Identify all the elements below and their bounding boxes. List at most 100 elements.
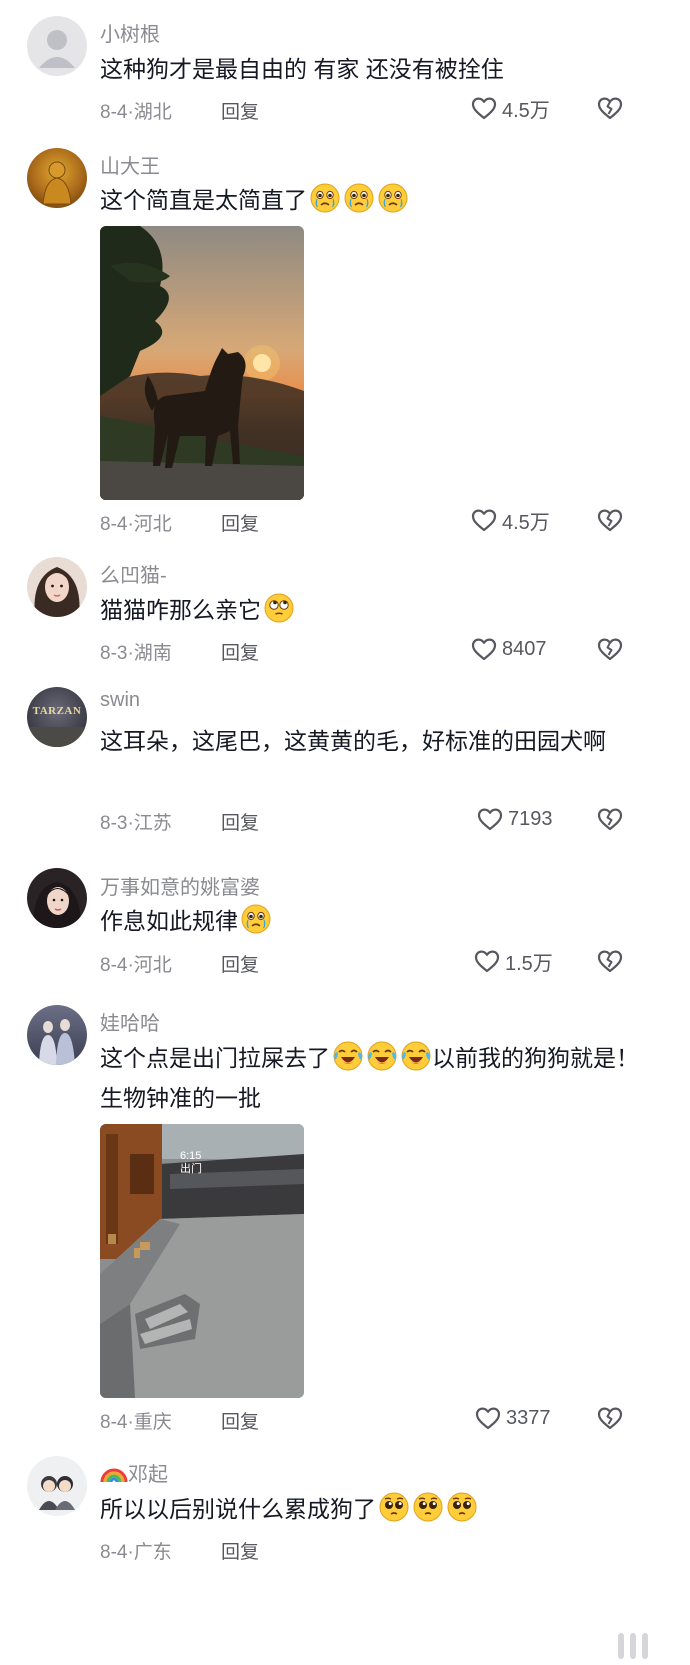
scroll-indicator[interactable]	[618, 1633, 648, 1659]
comment-date: 8-4	[100, 955, 128, 976]
comment-meta: 8-4·广东	[100, 1537, 172, 1564]
username[interactable]: 么凹猫-	[100, 559, 167, 588]
comment-location: 江苏	[133, 813, 172, 834]
reply-button[interactable]: 回复	[221, 808, 259, 835]
comment-meta: 8-4·重庆	[100, 1407, 172, 1434]
crying-face-emoji-icon	[309, 182, 341, 214]
comment-date: 8-3	[100, 813, 128, 834]
user-avatar[interactable]	[27, 148, 87, 208]
like-count: 3377	[506, 1406, 551, 1429]
comment-text: 这种狗才是最自由的 有家 还没有被拴住	[100, 56, 504, 82]
dog-sunset-photo[interactable]	[100, 226, 304, 500]
photo-caption: 6:15 出门	[180, 1150, 202, 1175]
reply-button[interactable]: 回复	[221, 97, 259, 124]
comment-meta: 8-4·河北	[100, 509, 172, 536]
scroll-bar	[630, 1633, 636, 1659]
username[interactable]: 小树根	[100, 18, 160, 47]
comment-date: 8-4	[100, 1542, 128, 1563]
heart-icon	[470, 635, 498, 663]
comment-text-body: 猫猫咋那么亲它	[100, 597, 261, 623]
like-button[interactable]: 4.5万	[470, 94, 550, 122]
comment-item: 邓起 所以以后别说什么累成狗了 8-4·广东 回复	[0, 1452, 690, 1665]
reply-button[interactable]: 回复	[221, 1407, 259, 1434]
avatar-logo-text: TARZAN	[32, 705, 82, 717]
heart-icon	[470, 94, 498, 122]
default-user-avatar-icon[interactable]	[27, 16, 87, 76]
reply-button[interactable]: 回复	[221, 509, 259, 536]
comment-meta: 8-3·湖南	[100, 638, 172, 665]
laughing-tears-emoji-icon	[332, 1040, 364, 1072]
security-camera-photo[interactable]: 6:15 出门	[100, 1124, 304, 1398]
scroll-bar	[618, 1633, 624, 1659]
broken-heart-icon	[596, 94, 624, 122]
laughing-tears-emoji-icon	[366, 1040, 398, 1072]
like-button[interactable]: 1.5万	[473, 947, 553, 975]
like-button[interactable]: 4.5万	[470, 506, 550, 534]
comment-item: 小树根 这种狗才是最自由的 有家 还没有被拴住 8-4·湖北 回复 4.5万	[0, 0, 690, 140]
dislike-button[interactable]	[596, 635, 624, 663]
pleading-face-emoji-icon	[412, 1491, 444, 1523]
heart-icon	[473, 947, 501, 975]
rainbow-icon	[100, 1468, 128, 1483]
comment-date: 8-4	[100, 514, 128, 535]
like-button[interactable]: 3377	[474, 1404, 551, 1432]
crying-face-emoji-icon	[240, 903, 272, 935]
heart-icon	[470, 506, 498, 534]
broken-heart-icon	[596, 947, 624, 975]
user-avatar[interactable]	[27, 868, 87, 928]
comment-text: 猫猫咋那么亲它	[100, 590, 640, 630]
comment-meta: 8-3·江苏	[100, 808, 172, 835]
reply-button[interactable]: 回复	[221, 950, 259, 977]
comment-text-body: 这个简直是太简直了	[100, 187, 307, 213]
crying-face-emoji-icon	[343, 182, 375, 214]
comment-location: 河北	[133, 514, 172, 535]
username-text: 邓起	[128, 1464, 168, 1486]
pleading-face-emoji-icon	[446, 1491, 478, 1523]
comment-date: 8-4	[100, 1412, 128, 1433]
dislike-button[interactable]	[596, 1404, 624, 1432]
like-count: 7193	[508, 807, 553, 830]
broken-heart-icon	[596, 1404, 624, 1432]
reply-button[interactable]: 回复	[221, 638, 259, 665]
pleading-face-emoji-icon	[378, 1491, 410, 1523]
user-avatar[interactable]	[27, 1456, 87, 1516]
dislike-button[interactable]	[596, 506, 624, 534]
comment-item: 娃哈哈 这个点是出门拉屎去了 以前我的狗狗就是！生物钟准的一批 6:15 出门 8…	[0, 997, 690, 1452]
comment-location: 湖北	[133, 102, 172, 123]
like-count: 4.5万	[502, 99, 550, 122]
like-button[interactable]: 7193	[476, 805, 553, 833]
username[interactable]: swin	[100, 689, 140, 712]
comment-date: 8-3	[100, 643, 128, 664]
comment-text-part-1: 这个点是出门拉屎去了	[100, 1045, 330, 1071]
comment-item: TARZAN swin 这耳朵，这尾巴，这黄黄的毛，好标准的田园犬啊 8-3·江…	[0, 677, 690, 857]
username[interactable]: 娃哈哈	[100, 1007, 160, 1036]
heart-icon	[474, 1404, 502, 1432]
user-avatar[interactable]: TARZAN	[27, 687, 87, 747]
username[interactable]: 山大王	[100, 150, 160, 179]
reply-button[interactable]: 回复	[221, 1537, 259, 1564]
crying-face-emoji-icon	[377, 182, 409, 214]
username[interactable]: 邓起	[100, 1458, 168, 1487]
dislike-button[interactable]	[596, 947, 624, 975]
like-button[interactable]: 8407	[470, 635, 547, 663]
comment-text: 这个简直是太简直了	[100, 180, 640, 220]
comment-date: 8-4	[100, 102, 128, 123]
comment-text: 这耳朵，这尾巴，这黄黄的毛，好标准的田园犬啊	[100, 728, 606, 754]
comment-location: 湖南	[133, 643, 172, 664]
like-count: 8407	[502, 637, 547, 660]
rolling-eyes-emoji-icon	[263, 592, 295, 624]
user-avatar[interactable]	[27, 557, 87, 617]
comment-text: 作息如此规律	[100, 901, 640, 941]
laughing-tears-emoji-icon	[400, 1040, 432, 1072]
dislike-button[interactable]	[596, 805, 624, 833]
comment-location: 广东	[133, 1542, 172, 1563]
comment-item: 么凹猫- 猫猫咋那么亲它 8-3·湖南 回复 8407	[0, 545, 690, 677]
comment-text-body: 所以以后别说什么累成狗了	[100, 1496, 376, 1522]
username[interactable]: 万事如意的姚富婆	[100, 871, 260, 900]
dislike-button[interactable]	[596, 94, 624, 122]
comment-item: 山大王 这个简直是太简直了 8-4·河北 回复 4.5万	[0, 140, 690, 545]
user-avatar[interactable]	[27, 1005, 87, 1065]
like-count: 1.5万	[505, 952, 553, 975]
comment-meta: 8-4·湖北	[100, 97, 172, 124]
comment-meta: 8-4·河北	[100, 950, 172, 977]
